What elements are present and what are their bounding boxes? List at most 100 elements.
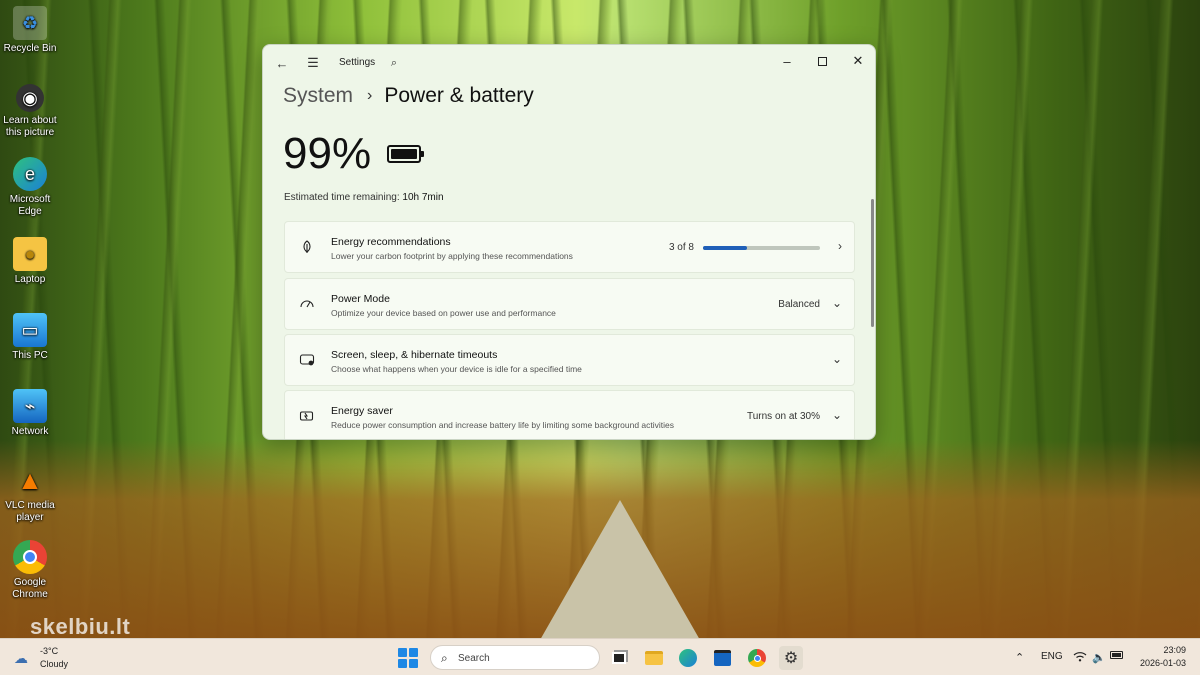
chevron-right-icon: ›	[367, 87, 373, 104]
page-title: Power & battery	[384, 84, 534, 107]
time-remaining-label: Estimated time remaining:	[284, 192, 400, 203]
breadcrumb-system[interactable]: System	[283, 84, 353, 108]
power-mode-dropdown[interactable]: Balanced	[778, 299, 820, 310]
desktop-icon-label: Learn about this picture	[3, 115, 57, 138]
taskbar: ☁ -3°C Cloudy ⌕ Search ⚙ ⌃ ENG 🔈 23:09 2…	[0, 638, 1200, 675]
clock-date: 2026-01-03	[1139, 658, 1186, 668]
volume-icon[interactable]: 🔈	[1092, 651, 1106, 664]
taskbar-search-placeholder: Search	[458, 653, 490, 664]
desktop-icon-this-pc[interactable]: ▭ This PC	[0, 313, 60, 362]
chevron-down-icon: ⌄	[831, 352, 842, 366]
system-clock[interactable]: 23:09 2026-01-03	[1140, 644, 1186, 670]
desktop-icon-label: Laptop	[14, 274, 46, 285]
card-description: Optimize your device based on power use …	[331, 308, 556, 318]
wifi-icon[interactable]	[1073, 651, 1087, 665]
energy-saver-icon	[299, 408, 315, 424]
settings-content: 99% Estimated time remaining: 10h 7min E…	[263, 115, 875, 439]
card-energy-saver[interactable]: Energy saver Reduce power consumption an…	[284, 390, 855, 439]
card-description: Choose what happens when your device is …	[331, 364, 582, 374]
chevron-right-icon: ›	[838, 239, 842, 253]
battery-percentage: 99%	[283, 129, 372, 178]
desktop-icon-label: Network	[11, 426, 49, 437]
store-icon	[713, 650, 731, 666]
taskbar-chrome[interactable]	[745, 646, 769, 670]
desktop-icon-vlc[interactable]: ▲ VLC media player	[0, 463, 60, 524]
card-description: Reduce power consumption and increase ba…	[331, 420, 675, 430]
time-remaining-value: 10h 7min	[402, 192, 444, 203]
card-description: Lower your carbon footprint by applying …	[331, 251, 573, 261]
maximize-button[interactable]	[804, 49, 840, 73]
recommendations-progress	[703, 246, 820, 250]
chevron-down-icon: ⌄	[831, 408, 842, 422]
card-title: Power Mode	[331, 293, 390, 305]
network-icon: ⌁	[13, 389, 47, 423]
recycle-bin-icon: ♻	[13, 6, 47, 40]
maximize-icon	[817, 56, 827, 66]
clock-time: 23:09	[1163, 645, 1186, 655]
card-screen-sleep-timeouts[interactable]: Screen, sleep, & hibernate timeouts Choo…	[284, 334, 855, 386]
weather-widget[interactable]: ☁ -3°C Cloudy	[14, 644, 94, 672]
chrome-icon	[13, 540, 47, 574]
weather-temp: -3°C	[40, 646, 59, 656]
battery-fill	[391, 149, 417, 159]
time-remaining: Estimated time remaining: 10h 7min	[284, 192, 444, 203]
card-title: Energy recommendations	[331, 236, 451, 248]
battery-tray-icon[interactable]	[1110, 651, 1123, 662]
vlc-cone-icon: ▲	[17, 465, 43, 495]
language-indicator[interactable]: ENG	[1041, 651, 1063, 662]
chevron-up-icon[interactable]: ⌃	[1015, 651, 1024, 664]
search-icon: ⌕	[441, 651, 448, 665]
edge-icon	[679, 649, 697, 667]
cloud-icon: ☁	[14, 650, 28, 666]
monitor-icon: ▭	[13, 313, 47, 347]
desktop-icon-edge[interactable]: e Microsoft Edge	[0, 157, 60, 218]
energy-saver-status: Turns on at 30%	[746, 411, 820, 422]
desktop-icon-chrome[interactable]: Google Chrome	[0, 540, 60, 601]
window-title: Settings	[339, 57, 376, 68]
desktop-icon-label: This PC	[12, 350, 48, 361]
desktop-icon-learn-picture[interactable]: ◉ Learn about this picture	[0, 84, 60, 139]
gear-icon: ⚙	[783, 650, 799, 667]
leaf-icon	[299, 239, 315, 255]
desktop-icon-label: Google Chrome	[12, 577, 48, 600]
watermark: skelbiu.lt	[30, 614, 131, 639]
chevron-down-icon: ⌄	[831, 296, 842, 310]
task-view-icon	[612, 652, 626, 664]
taskbar-settings[interactable]: ⚙	[779, 646, 803, 670]
desktop-icon-network[interactable]: ⌁ Network	[0, 389, 60, 438]
card-power-mode[interactable]: Power Mode Optimize your device based on…	[284, 278, 855, 330]
taskbar-search[interactable]: ⌕ Search	[430, 645, 600, 670]
card-energy-recommendations[interactable]: Energy recommendations Lower your carbon…	[284, 221, 855, 273]
breadcrumb: System › Power & battery	[283, 81, 534, 111]
desktop-icon-label: Microsoft Edge	[9, 194, 51, 217]
taskbar-file-explorer[interactable]	[642, 646, 666, 670]
card-title: Screen, sleep, & hibernate timeouts	[331, 349, 498, 361]
desktop-icon-label: VLC media player	[5, 500, 55, 523]
minimize-button[interactable]: –	[769, 49, 805, 73]
close-button[interactable]: ✕	[840, 49, 875, 73]
desktop-icon-laptop[interactable]: ● Laptop	[0, 237, 60, 286]
taskbar-edge[interactable]	[676, 646, 700, 670]
edge-icon: e	[13, 157, 47, 191]
title-bar[interactable]: ← ☰ Settings ⌕ – ✕	[263, 45, 875, 81]
user-folder-icon: ●	[13, 237, 47, 271]
search-icon[interactable]: ⌕	[387, 53, 401, 73]
card-title: Energy saver	[331, 405, 393, 417]
scrollbar[interactable]	[871, 199, 874, 327]
task-view-button[interactable]	[607, 646, 631, 670]
battery-icon	[387, 145, 424, 163]
camera-icon: ◉	[16, 84, 44, 112]
wallpaper-path	[540, 500, 700, 640]
power-mode-icon	[299, 296, 315, 312]
hamburger-menu-icon[interactable]: ☰	[305, 53, 321, 73]
back-arrow-icon[interactable]: ←	[275, 53, 289, 73]
chrome-icon	[748, 649, 766, 667]
desktop-icon-recycle-bin[interactable]: ♻ Recycle Bin	[0, 6, 60, 55]
settings-window: ← ☰ Settings ⌕ – ✕ System › Power & batt…	[262, 44, 876, 440]
taskbar-store[interactable]	[710, 646, 734, 670]
start-button[interactable]	[398, 648, 418, 668]
desktop-icon-label: Recycle Bin	[3, 43, 57, 54]
screen-sleep-icon	[299, 352, 315, 368]
folder-icon	[645, 651, 663, 665]
recommendations-count: 3 of 8	[668, 242, 694, 253]
